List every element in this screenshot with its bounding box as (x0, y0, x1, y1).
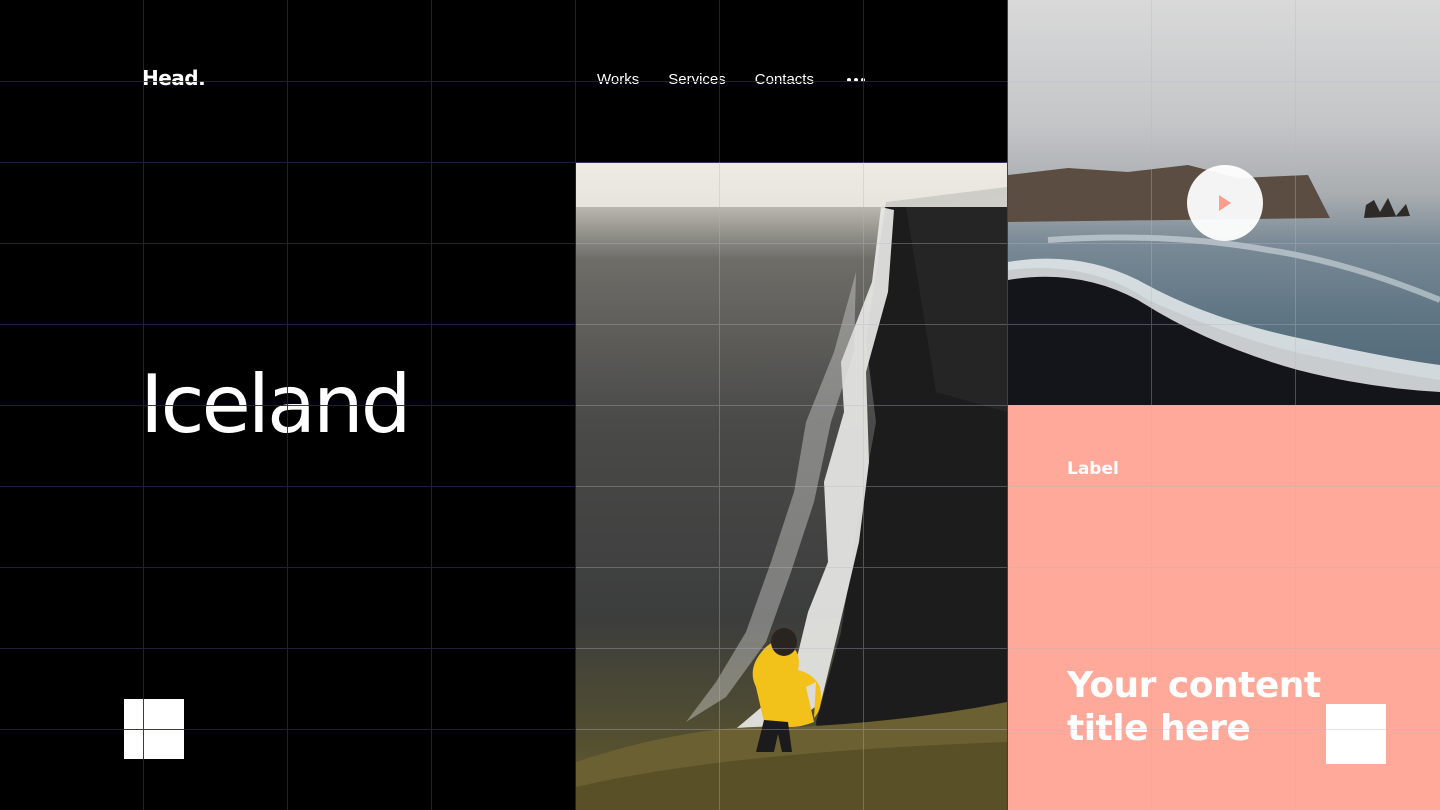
card-title: Your content title here (1067, 665, 1321, 749)
main-nav: Works Services Contacts (597, 71, 865, 88)
more-menu-icon[interactable] (846, 74, 865, 86)
nav-link-contacts[interactable]: Contacts (755, 71, 814, 88)
beach-photo-illustration (576, 162, 1007, 810)
hero-photo (576, 162, 1007, 810)
dot (853, 77, 858, 82)
dot (846, 77, 851, 82)
nav-link-works[interactable]: Works (597, 71, 639, 88)
nav-link-services[interactable]: Services (668, 71, 726, 88)
card-label: Label (1067, 459, 1119, 479)
decorative-square (1326, 704, 1386, 764)
dot (860, 77, 865, 82)
play-button[interactable] (1187, 165, 1263, 241)
logo[interactable]: Head. (142, 66, 206, 90)
hero-title: Iceland (140, 358, 412, 451)
play-icon (1219, 195, 1231, 211)
decorative-square (124, 699, 184, 759)
